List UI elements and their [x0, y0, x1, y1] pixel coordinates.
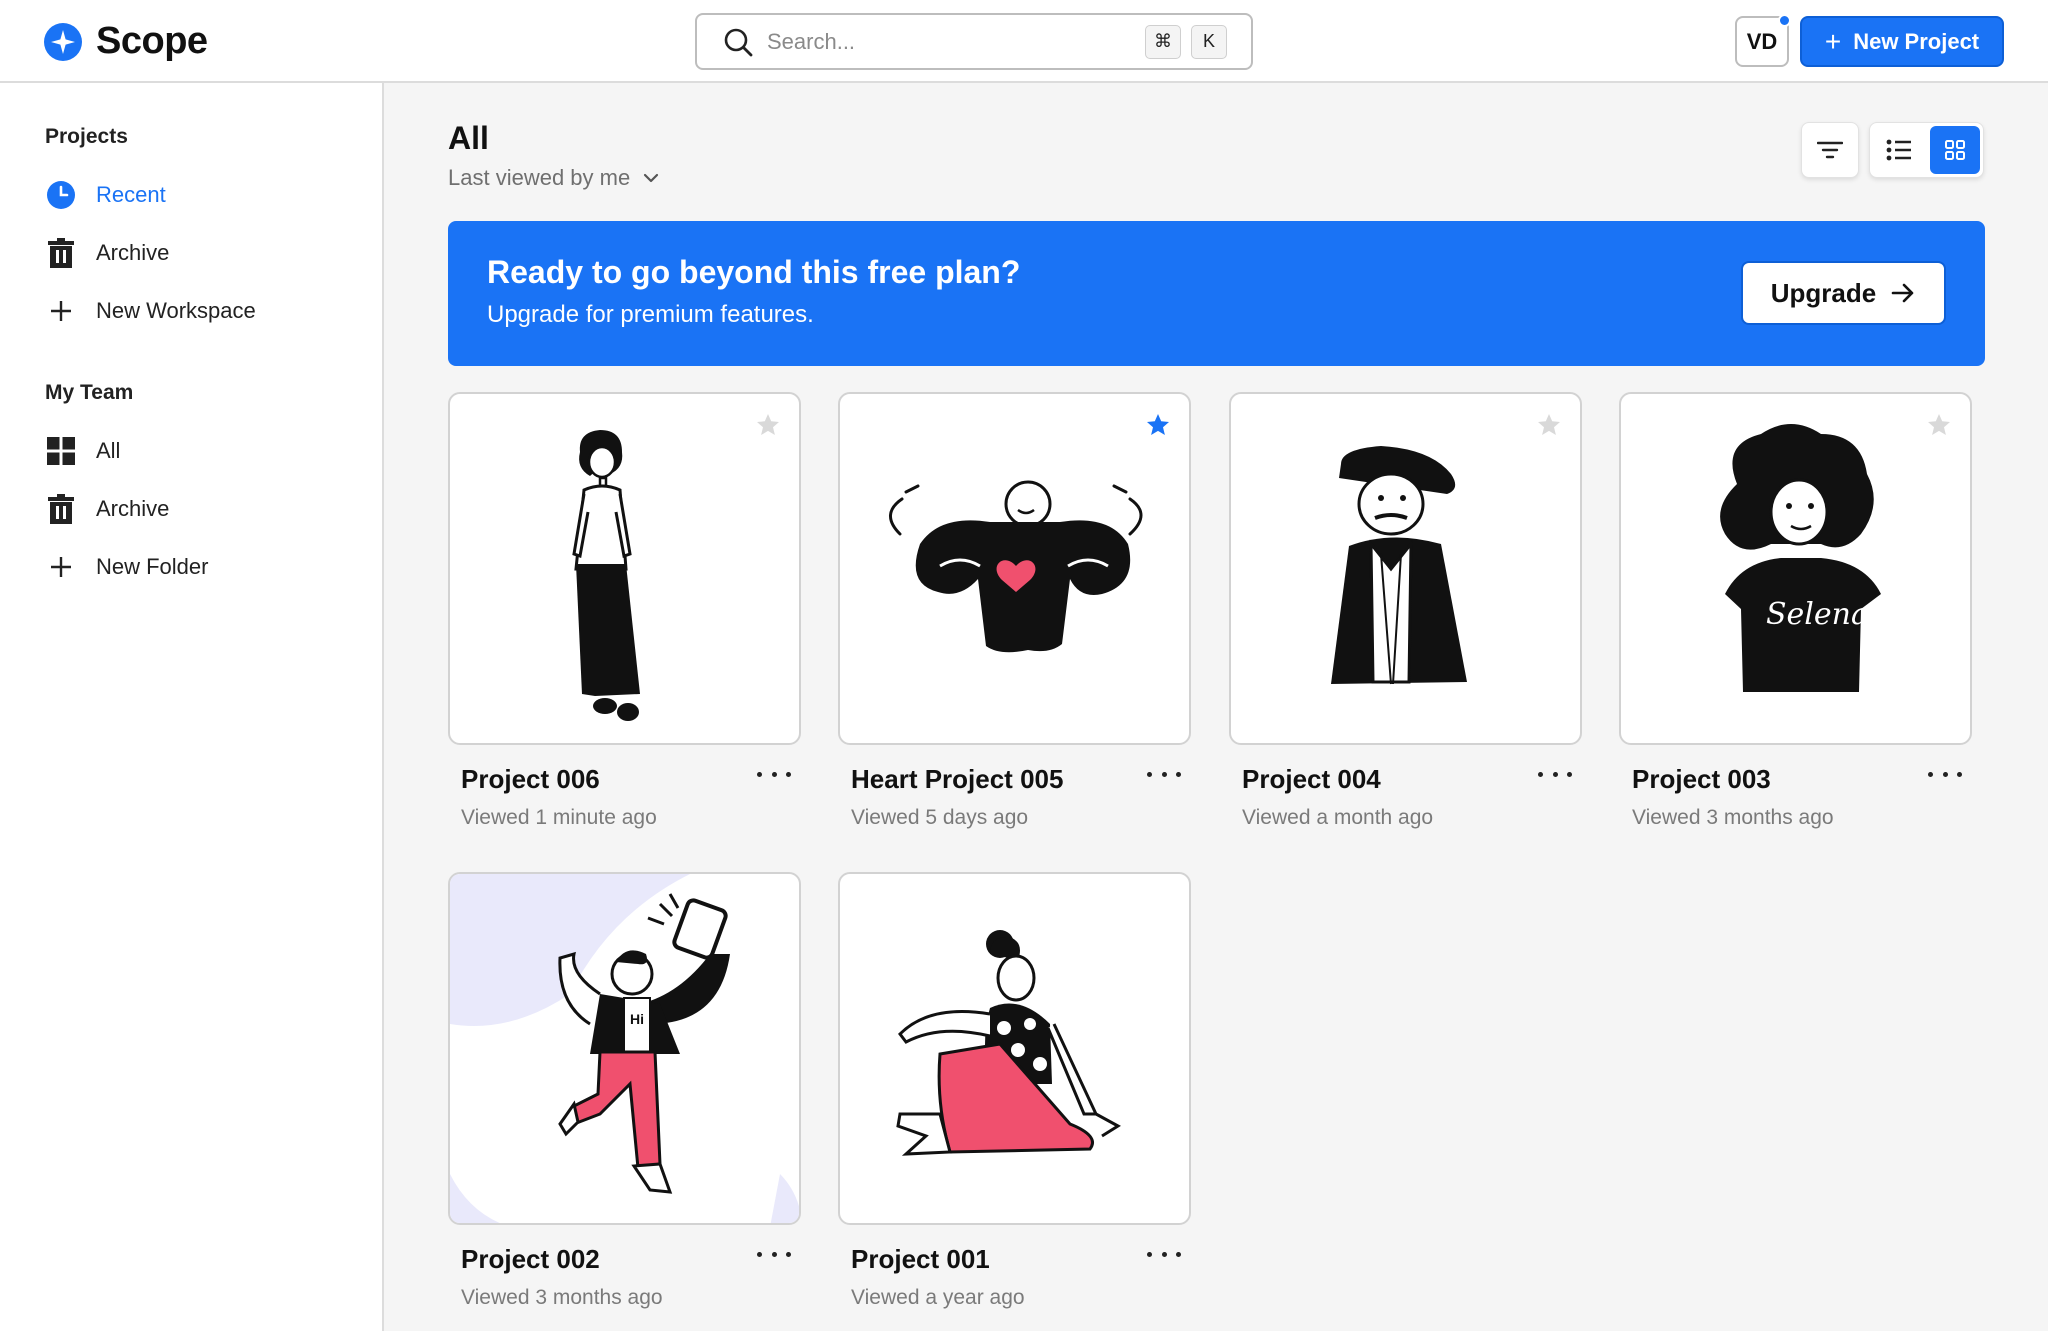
sidebar: Projects Recent Archive New Workspace My…	[0, 83, 384, 1331]
standing-woman-illustration	[572, 430, 640, 721]
sparkle-icon	[44, 22, 82, 61]
banner-subtitle: Upgrade for premium features.	[487, 301, 814, 328]
sidebar-item-new-folder[interactable]: New Folder	[45, 549, 208, 585]
user-avatar[interactable]: VD	[1735, 14, 1791, 67]
list-icon	[1886, 139, 1911, 161]
project-viewed-time: Viewed 3 months ago	[1632, 806, 1834, 829]
user-initials: VD	[1746, 28, 1778, 54]
more-options-icon[interactable]	[1147, 764, 1181, 784]
app-name: Scope	[96, 20, 208, 62]
project-card[interactable]	[448, 392, 801, 745]
more-options-icon[interactable]	[757, 1244, 791, 1264]
sidebar-item-team-all[interactable]: All	[45, 433, 120, 469]
sidebar-item-label: Archive	[96, 496, 170, 521]
project-title[interactable]: Project 004	[1242, 764, 1381, 795]
project-title[interactable]: Project 006	[461, 764, 600, 795]
app-logo[interactable]: Scope	[44, 20, 208, 63]
sidebar-item-archive[interactable]: Archive	[45, 235, 169, 271]
more-options-icon[interactable]	[1928, 764, 1962, 784]
more-options-icon[interactable]	[757, 764, 791, 784]
upgrade-banner: Ready to go beyond this free plan? Upgra…	[448, 221, 1985, 366]
trash-icon	[45, 237, 77, 269]
project-card[interactable]	[838, 392, 1191, 745]
team-heading: My Team	[45, 381, 134, 404]
selfie-person-illustration: Hi	[450, 874, 799, 1223]
grid-icon	[1945, 140, 1965, 160]
more-options-icon[interactable]	[1538, 764, 1572, 784]
search-input[interactable]: Search... ⌘ K	[695, 13, 1253, 70]
heart-man-illustration	[889, 480, 1143, 653]
list-view-button[interactable]	[1870, 123, 1927, 177]
star-icon[interactable]	[1926, 412, 1952, 438]
project-title[interactable]: Project 001	[851, 1244, 990, 1275]
top-bar: Scope Search... ⌘ K VD + New Project	[0, 0, 2048, 83]
sitting-woman-illustration	[896, 930, 1121, 1156]
sidebar-item-team-archive[interactable]: Archive	[45, 491, 169, 527]
search-icon	[724, 28, 753, 56]
curly-hair-woman-illustration: Selena	[1720, 424, 1881, 692]
filter-icon	[1817, 141, 1843, 159]
project-card[interactable]	[838, 872, 1191, 1225]
banner-title: Ready to go beyond this free plan?	[487, 254, 1021, 290]
project-viewed-time: Viewed a month ago	[1242, 806, 1434, 829]
star-icon[interactable]	[1145, 412, 1171, 438]
grid-view-button[interactable]	[1930, 126, 1980, 174]
sidebar-item-new-workspace[interactable]: New Workspace	[45, 293, 256, 329]
clock-icon	[45, 179, 77, 211]
sidebar-item-label: All	[96, 438, 121, 463]
sidebar-item-label: New Folder	[96, 554, 209, 579]
search-placeholder: Search...	[767, 28, 856, 54]
shortcut-k-key: K	[1191, 24, 1227, 59]
arrow-right-icon	[1891, 283, 1914, 303]
hat-man-illustration	[1331, 446, 1467, 685]
plus-icon	[45, 295, 77, 327]
sort-dropdown[interactable]: Last viewed by me	[448, 165, 660, 191]
grid-icon	[45, 435, 77, 467]
project-card[interactable]	[1229, 392, 1582, 745]
star-icon[interactable]	[755, 412, 781, 438]
sidebar-item-label: Archive	[96, 240, 170, 265]
plus-icon	[45, 551, 77, 583]
upgrade-button[interactable]: Upgrade	[1741, 261, 1946, 325]
page-title: All	[448, 120, 489, 156]
project-viewed-time: Viewed 3 months ago	[461, 1286, 663, 1309]
sidebar-item-recent[interactable]: Recent	[45, 177, 166, 213]
project-title[interactable]: Project 002	[461, 1244, 600, 1275]
upgrade-label: Upgrade	[1770, 277, 1877, 308]
trash-icon	[45, 493, 77, 525]
project-card[interactable]: Selena	[1619, 392, 1972, 745]
project-viewed-time: Viewed 1 minute ago	[461, 806, 657, 829]
chevron-down-icon	[644, 173, 659, 183]
more-options-icon[interactable]	[1147, 1244, 1181, 1264]
projects-heading: Projects	[45, 125, 128, 148]
star-icon[interactable]	[1536, 412, 1562, 438]
plus-icon: +	[1824, 25, 1842, 57]
shirt-lettering: Hi	[630, 1011, 644, 1027]
project-title[interactable]: Project 003	[1632, 764, 1771, 795]
sort-label: Last viewed by me	[448, 165, 631, 190]
sidebar-item-label: New Workspace	[96, 298, 256, 323]
new-project-button[interactable]: + New Project	[1800, 16, 2004, 67]
shirt-lettering: Selena	[1766, 597, 1869, 632]
shortcut-command-key: ⌘	[1145, 24, 1181, 59]
project-viewed-time: Viewed a year ago	[851, 1286, 1025, 1309]
sidebar-item-label: Recent	[96, 182, 166, 207]
project-card[interactable]: Hi	[448, 872, 801, 1225]
view-toggle	[1869, 122, 1984, 178]
new-project-label: New Project	[1853, 28, 1980, 54]
project-viewed-time: Viewed 5 days ago	[851, 806, 1029, 829]
project-title[interactable]: Heart Project 005	[851, 764, 1063, 795]
filter-button[interactable]	[1801, 122, 1859, 178]
notification-dot	[1778, 14, 1791, 27]
